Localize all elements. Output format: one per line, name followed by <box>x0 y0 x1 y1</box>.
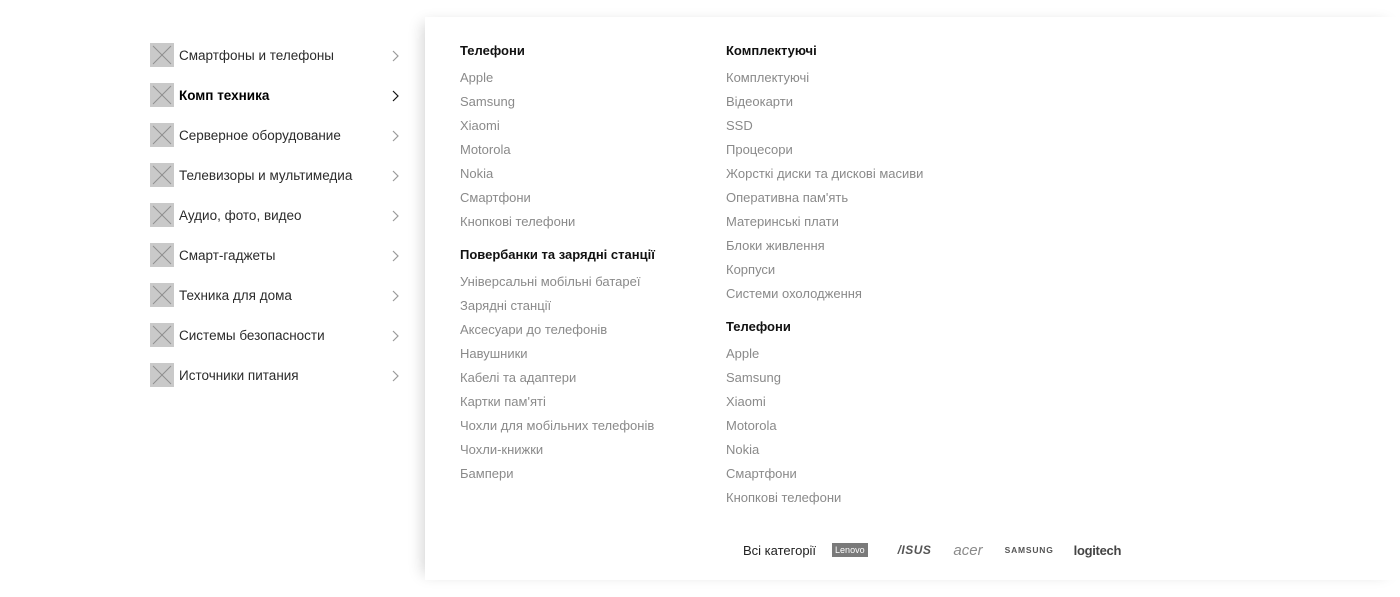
menu-link[interactable]: Кабелі та адаптери <box>460 370 655 394</box>
image-placeholder-icon <box>150 283 174 307</box>
menu-link[interactable]: Картки пам'яті <box>460 394 655 418</box>
image-placeholder-icon <box>150 123 174 147</box>
menu-link[interactable]: Чохли для мобільних телефонів <box>460 418 655 442</box>
sidebar-category-item[interactable]: Системы безопасности <box>150 315 400 355</box>
link-list: Apple Samsung Xiaomi Motorola Nokia Смартфони… <box>726 346 923 514</box>
menu-link[interactable]: Смартфони <box>460 190 655 214</box>
sidebar-category-label: Системы безопасности <box>179 327 325 343</box>
brand-asus-logo[interactable]: /ISUS <box>898 543 932 557</box>
menu-link[interactable]: Кнопкові телефони <box>726 490 923 514</box>
chevron-right-icon <box>390 49 400 62</box>
menu-link[interactable]: Блоки живлення <box>726 238 923 262</box>
all-categories-link[interactable]: Всі категорії <box>743 543 816 558</box>
sidebar-category-label: Смарт-гаджеты <box>179 247 276 263</box>
menu-link[interactable]: Материнські плати <box>726 214 923 238</box>
chevron-right-icon <box>390 289 400 302</box>
chevron-right-icon <box>390 329 400 342</box>
brand-acer-logo[interactable]: acer <box>953 542 982 559</box>
group-heading[interactable]: Телефони <box>460 43 655 59</box>
menu-link[interactable]: Samsung <box>726 370 923 394</box>
menu-link[interactable]: Процесори <box>726 142 923 166</box>
link-list: Універсальні мобільні батареї Зарядні ста… <box>460 274 655 490</box>
sidebar-category-item[interactable]: Серверное оборудование <box>150 115 400 155</box>
sidebar-category-item[interactable]: Источники питания <box>150 355 400 395</box>
sidebar-category-item[interactable]: Смартфоны и телефоны <box>150 35 400 75</box>
mega-menu-panel: Телефони Apple Samsung Xiaomi Motorola Nokia… <box>425 17 1400 580</box>
brand-logitech-logo[interactable]: logitech <box>1074 543 1122 558</box>
image-placeholder-icon <box>150 163 174 187</box>
image-placeholder-icon <box>150 243 174 267</box>
sidebar-category-label: Смартфоны и телефоны <box>179 47 334 63</box>
sidebar-category-label: Серверное оборудование <box>179 127 341 143</box>
menu-link[interactable]: Оперативна пам'ять <box>726 190 923 214</box>
menu-link[interactable]: Бампери <box>460 466 655 490</box>
brand-samsung-logo[interactable]: SAMSUNG <box>1005 545 1054 555</box>
menu-link[interactable]: Xiaomi <box>726 394 923 418</box>
chevron-right-icon <box>390 129 400 142</box>
sidebar-category-label: Телевизоры и мультимедиа <box>179 167 353 183</box>
image-placeholder-icon <box>150 43 174 67</box>
menu-link[interactable]: Системи охолодження <box>726 286 923 310</box>
menu-link[interactable]: SSD <box>726 118 923 142</box>
sidebar-category-item[interactable]: Аудио, фото, видео <box>150 195 400 235</box>
menu-link[interactable]: Motorola <box>726 418 923 442</box>
link-list: Apple Samsung Xiaomi Motorola Nokia Смартфони… <box>460 70 655 238</box>
image-placeholder-icon <box>150 363 174 387</box>
menu-column-2: Комплектуючі Комплектуючі Відеокарти SSD Пр… <box>726 43 923 514</box>
brands-bar: Всі категорії Lenovo /ISUS acer SAMSUNG … <box>743 540 1137 560</box>
menu-link[interactable]: Жорсткі диски та дискові масиви <box>726 166 923 190</box>
sidebar-category-label: Комп техника <box>179 87 270 103</box>
sidebar-category-label: Техника для дома <box>179 287 292 303</box>
chevron-right-icon <box>390 369 400 382</box>
link-list: Комплектуючі Відеокарти SSD Процесори Жорстк… <box>726 70 923 310</box>
menu-link[interactable]: Чохли-книжки <box>460 442 655 466</box>
menu-link[interactable]: Nokia <box>460 166 655 190</box>
chevron-right-icon <box>390 169 400 182</box>
chevron-right-icon <box>390 249 400 262</box>
menu-link[interactable]: Motorola <box>460 142 655 166</box>
sidebar-category-item[interactable]: Комп техника <box>150 75 400 115</box>
chevron-right-icon <box>390 89 400 102</box>
menu-link[interactable]: Універсальні мобільні батареї <box>460 274 655 298</box>
menu-link[interactable]: Зарядні станції <box>460 298 655 322</box>
menu-link[interactable]: Apple <box>726 346 923 370</box>
menu-link[interactable]: Кнопкові телефони <box>460 214 655 238</box>
menu-link[interactable]: Nokia <box>726 442 923 466</box>
sidebar-category-label: Источники питания <box>179 367 299 383</box>
group-heading[interactable]: Телефони <box>726 319 923 335</box>
menu-link[interactable]: Навушники <box>460 346 655 370</box>
sidebar-category-item[interactable]: Смарт-гаджеты <box>150 235 400 275</box>
brand-lenovo-logo[interactable]: Lenovo <box>832 543 868 557</box>
menu-link[interactable]: Samsung <box>460 94 655 118</box>
category-sidebar: Смартфоны и телефоны Комп техника Серверно… <box>150 35 400 395</box>
menu-link[interactable]: Комплектуючі <box>726 70 923 94</box>
image-placeholder-icon <box>150 83 174 107</box>
group-heading[interactable]: Комплектуючі <box>726 43 923 59</box>
sidebar-category-label: Аудио, фото, видео <box>179 207 302 223</box>
group-heading[interactable]: Повербанки та зарядні станції <box>460 247 655 263</box>
sidebar-category-item[interactable]: Техника для дома <box>150 275 400 315</box>
menu-link[interactable]: Смартфони <box>726 466 923 490</box>
menu-column-1: Телефони Apple Samsung Xiaomi Motorola Nokia… <box>460 43 655 490</box>
menu-link[interactable]: Apple <box>460 70 655 94</box>
chevron-right-icon <box>390 209 400 222</box>
menu-link[interactable]: Аксесуари до телефонів <box>460 322 655 346</box>
sidebar-category-item[interactable]: Телевизоры и мультимедиа <box>150 155 400 195</box>
menu-link[interactable]: Xiaomi <box>460 118 655 142</box>
image-placeholder-icon <box>150 203 174 227</box>
image-placeholder-icon <box>150 323 174 347</box>
menu-link[interactable]: Корпуси <box>726 262 923 286</box>
menu-link[interactable]: Відеокарти <box>726 94 923 118</box>
